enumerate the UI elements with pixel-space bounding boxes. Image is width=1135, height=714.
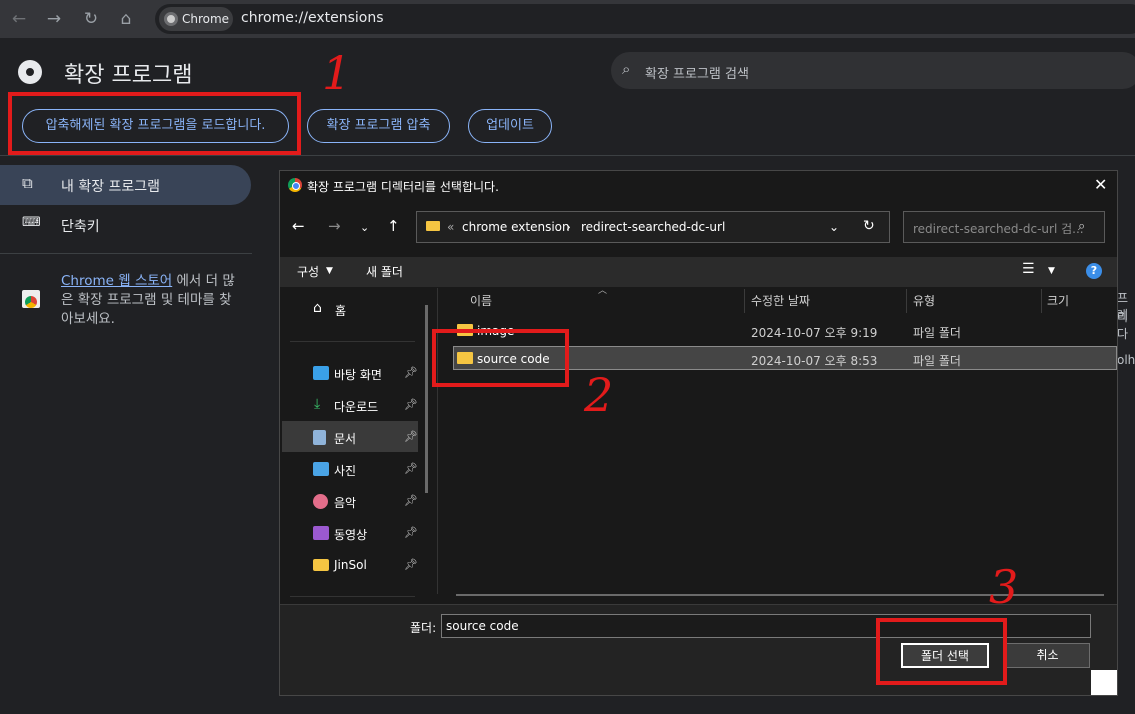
nav-divider bbox=[290, 341, 415, 342]
close-icon[interactable]: ✕ bbox=[1094, 175, 1107, 194]
nav-item-jinsol[interactable]: JinSol bbox=[334, 558, 367, 572]
site-chip[interactable]: Chrome bbox=[159, 7, 233, 31]
web-store-icon bbox=[22, 290, 40, 308]
pin-icon: 📌︎ bbox=[404, 462, 418, 475]
desktop-icon bbox=[313, 366, 329, 380]
chrome-logo-icon bbox=[18, 60, 42, 84]
page-title: 확장 프로그램 bbox=[64, 63, 193, 88]
view-dropdown-icon[interactable]: ▼ bbox=[1048, 266, 1055, 276]
nav-scrollbar[interactable] bbox=[425, 305, 428, 493]
pin-icon: 📌︎ bbox=[404, 398, 418, 411]
chrome-icon bbox=[164, 12, 178, 26]
view-options-icon[interactable]: ☰ bbox=[1022, 261, 1035, 277]
url-text[interactable]: chrome://extensions bbox=[241, 10, 384, 26]
sidebar-label-my-extensions: 내 확장 프로그램 bbox=[61, 179, 161, 195]
file-type: 파일 폴더 bbox=[913, 326, 961, 340]
breadcrumb-separator-icon: › bbox=[566, 220, 571, 234]
site-chip-label: Chrome bbox=[182, 12, 230, 26]
pin-icon: 📌︎ bbox=[404, 494, 418, 507]
column-header-modified[interactable]: 수정한 날짜 bbox=[751, 292, 810, 309]
forward-arrow-icon[interactable]: → bbox=[328, 217, 341, 235]
pin-icon: 📌︎ bbox=[404, 558, 418, 571]
nav-item-pictures[interactable]: 사진 bbox=[334, 462, 356, 479]
update-button[interactable]: 업데이트 bbox=[468, 109, 552, 143]
chrome-icon bbox=[288, 178, 302, 192]
back-arrow-icon[interactable]: ← bbox=[292, 217, 305, 235]
up-arrow-icon[interactable]: ↑ bbox=[387, 217, 400, 235]
nav-item-videos[interactable]: 동영상 bbox=[334, 526, 367, 543]
sidebar-divider bbox=[0, 253, 252, 254]
file-modified: 2024-10-07 오후 8:53 bbox=[751, 354, 878, 368]
document-icon bbox=[313, 430, 326, 445]
column-separator[interactable] bbox=[744, 289, 745, 313]
nav-item-documents[interactable]: 문서 bbox=[334, 430, 356, 447]
folder-icon bbox=[313, 559, 329, 571]
annotation-box-step2 bbox=[432, 329, 569, 387]
back-icon[interactable]: ← bbox=[7, 7, 31, 31]
organize-menu[interactable]: 구성 bbox=[297, 263, 319, 280]
column-separator[interactable] bbox=[906, 289, 907, 313]
dropdown-arrow-icon: ▼ bbox=[326, 266, 333, 276]
breadcrumb-parent[interactable]: chrome extension bbox=[462, 220, 570, 234]
nav-item-home[interactable]: 홈 bbox=[335, 302, 346, 319]
search-placeholder: 확장 프로그램 검색 bbox=[645, 67, 749, 82]
sidebar-item-shortcuts[interactable]: 단축키 bbox=[61, 216, 100, 236]
folder-icon bbox=[426, 221, 440, 231]
sort-ascending-icon: ︿ bbox=[598, 286, 608, 296]
nav-divider bbox=[290, 596, 415, 597]
background-text-fragment: 리다 bbox=[1117, 310, 1129, 341]
search-icon: ⌕ bbox=[622, 60, 631, 78]
resize-grip-icon[interactable] bbox=[1091, 670, 1117, 695]
file-modified: 2024-10-07 오후 9:19 bbox=[751, 326, 878, 340]
breadcrumb-overflow[interactable]: « bbox=[447, 220, 454, 234]
web-store-link[interactable]: Chrome 웹 스토어 bbox=[61, 273, 172, 289]
download-icon: ⤓ bbox=[314, 396, 321, 412]
column-separator[interactable] bbox=[1041, 289, 1042, 313]
pack-extension-button[interactable]: 확장 프로그램 압축 bbox=[307, 109, 450, 143]
annotation-number-1: 1 bbox=[322, 46, 352, 100]
dialog-title: 확장 프로그램 디렉터리를 선택합니다. bbox=[307, 180, 499, 194]
home-icon[interactable]: ⌂ bbox=[114, 7, 138, 31]
pin-icon: 📌︎ bbox=[404, 430, 418, 443]
recent-locations-chevron-icon[interactable]: ⌄ bbox=[360, 221, 369, 234]
home-icon: ⌂ bbox=[313, 300, 322, 316]
breadcrumb-current[interactable]: redirect-searched-dc-url bbox=[581, 220, 725, 234]
annotation-box-step3 bbox=[876, 618, 1007, 685]
videos-icon bbox=[313, 526, 329, 540]
dialog-command-bar bbox=[280, 257, 1117, 287]
puzzle-icon: ⧉ bbox=[22, 174, 33, 192]
file-type: 파일 폴더 bbox=[913, 354, 961, 368]
background-text-fragment: olhk bbox=[1117, 353, 1135, 367]
reload-icon[interactable]: ↻ bbox=[79, 7, 103, 31]
column-header-size[interactable]: 크기 bbox=[1047, 292, 1069, 309]
pictures-icon bbox=[313, 462, 329, 476]
cancel-button[interactable]: 취소 bbox=[1005, 643, 1090, 668]
annotation-box-step1 bbox=[8, 92, 301, 155]
address-dropdown-icon[interactable]: ⌄ bbox=[829, 220, 839, 234]
annotation-number-2: 2 bbox=[584, 368, 614, 422]
annotation-number-3: 3 bbox=[989, 560, 1019, 614]
column-header-name[interactable]: 이름 bbox=[470, 292, 492, 309]
folder-label: 폴더: bbox=[410, 621, 437, 635]
pin-icon: 📌︎ bbox=[404, 366, 418, 379]
new-folder-button[interactable]: 새 폴더 bbox=[366, 263, 403, 280]
forward-icon[interactable]: → bbox=[42, 7, 66, 31]
web-store-promo: Chrome 웹 스토어 에서 더 많은 확장 프로그램 및 테마를 찾아보세요… bbox=[61, 272, 241, 329]
help-icon[interactable]: ? bbox=[1086, 263, 1102, 279]
pin-icon: 📌︎ bbox=[404, 526, 418, 539]
column-header-type[interactable]: 유형 bbox=[913, 292, 935, 309]
search-icon: ⌕ bbox=[1078, 219, 1086, 234]
keyboard-icon: ⌨ bbox=[22, 215, 41, 230]
nav-item-downloads[interactable]: 다운로드 bbox=[334, 398, 378, 415]
nav-item-desktop[interactable]: 바탕 화면 bbox=[334, 366, 382, 383]
dialog-search-placeholder: redirect-searched-dc-url 검... bbox=[913, 222, 1084, 236]
music-icon bbox=[313, 494, 328, 509]
refresh-icon[interactable]: ↻ bbox=[863, 218, 875, 234]
nav-item-music[interactable]: 음악 bbox=[334, 494, 356, 511]
